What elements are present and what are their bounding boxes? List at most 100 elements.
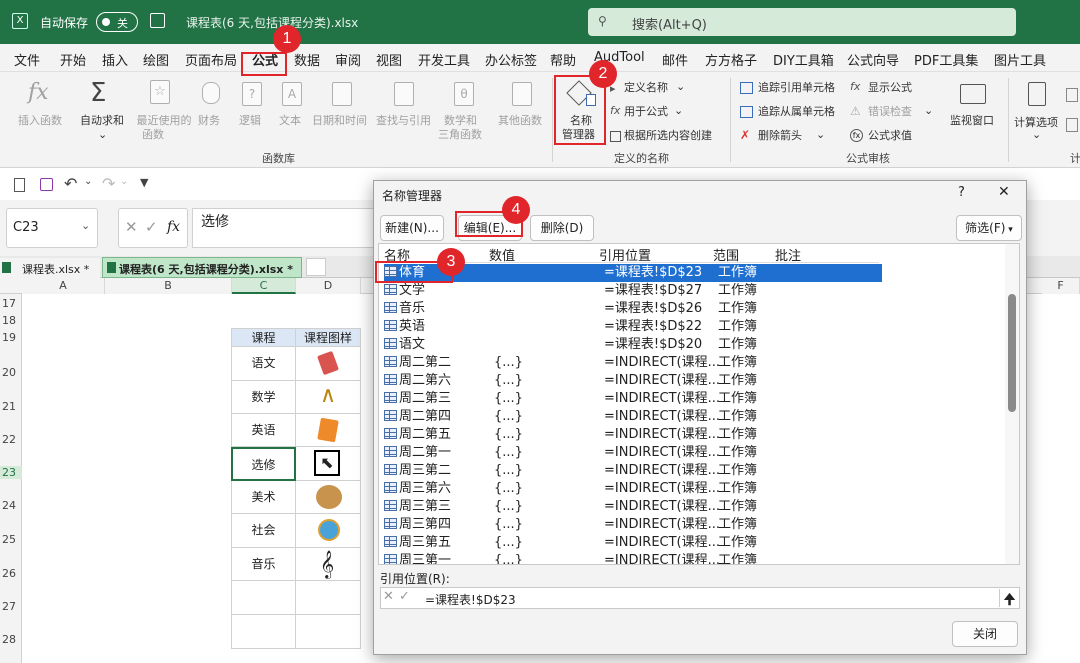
create-from-selection-button[interactable]: 根据所选内容创建 bbox=[608, 128, 724, 146]
tab-workbook-1[interactable]: 课程表.xlsx * bbox=[0, 258, 100, 278]
menu-file[interactable]: 文件 bbox=[14, 50, 40, 69]
row-number[interactable]: 26 bbox=[0, 567, 22, 580]
lookup-button[interactable]: 查找与引用 bbox=[374, 76, 436, 140]
calculation-options-button[interactable]: 计算选项 ⌄ bbox=[1012, 78, 1064, 144]
column-header-c[interactable]: C bbox=[232, 278, 296, 294]
image-cell[interactable]: 𝄞 bbox=[296, 548, 361, 581]
evaluate-formula-button[interactable]: fx 公式求值 bbox=[850, 128, 930, 146]
calc-sheet-icon[interactable] bbox=[1066, 118, 1078, 132]
name-row[interactable]: 周二第一 {...} =INDIRECT(课程... 工作簿 bbox=[384, 444, 882, 462]
math-button[interactable]: θ 数学和 三角函数 bbox=[438, 76, 490, 141]
logic-button[interactable]: ? 逻辑 bbox=[236, 76, 266, 140]
name-row[interactable]: 周三第二 {...} =INDIRECT(课程... 工作簿 bbox=[384, 462, 882, 480]
show-formulas-button[interactable]: fx 显示公式 bbox=[850, 80, 926, 98]
cancel-icon[interactable]: ✕ bbox=[383, 589, 394, 604]
column-header-b[interactable]: B bbox=[105, 278, 232, 294]
image-cell[interactable] bbox=[296, 481, 361, 514]
search-input[interactable]: ⚲ 搜索(Alt+Q) bbox=[588, 8, 1016, 36]
column-header-d[interactable]: D bbox=[296, 278, 361, 294]
row-number[interactable]: 20 bbox=[0, 366, 22, 379]
name-row[interactable]: 音乐 =课程表!$D$26 工作簿 bbox=[384, 300, 882, 318]
row-number[interactable]: 19 bbox=[0, 331, 22, 344]
autosave-toggle[interactable]: 关 bbox=[96, 12, 138, 32]
enter-icon[interactable]: ✓ bbox=[399, 589, 410, 604]
column-value[interactable]: 数值 bbox=[489, 245, 515, 264]
course-cell[interactable]: 美术 bbox=[231, 481, 296, 514]
name-row[interactable]: 文学 =课程表!$D$27 工作簿 bbox=[384, 282, 882, 300]
scrollbar[interactable] bbox=[1005, 244, 1019, 564]
name-box[interactable]: C23 ⌄ bbox=[6, 208, 98, 248]
column-comment[interactable]: 批注 bbox=[775, 245, 801, 264]
recent-functions-button[interactable]: ☆ 最近使用的 函数 bbox=[136, 76, 192, 141]
image-cell[interactable] bbox=[296, 414, 361, 447]
table-header-course[interactable]: 课程 bbox=[231, 328, 296, 347]
name-row[interactable]: 语文 =课程表!$D$20 工作簿 bbox=[384, 336, 882, 354]
formula-input[interactable]: 选修 bbox=[192, 208, 380, 248]
empty-cell[interactable] bbox=[231, 615, 296, 649]
text-button[interactable]: A 文本 bbox=[276, 76, 306, 140]
calc-now-icon[interactable] bbox=[1066, 88, 1078, 102]
remove-arrows-button[interactable]: ✗ 删除箭头 ⌄ bbox=[740, 128, 830, 146]
empty-cell[interactable] bbox=[296, 581, 361, 615]
menu-data[interactable]: 数据 bbox=[294, 50, 320, 69]
row-number[interactable]: 23 bbox=[0, 466, 22, 479]
image-cell[interactable]: ⬉ bbox=[296, 447, 361, 481]
chevron-down-icon[interactable]: ⌄ bbox=[120, 176, 128, 187]
column-scope[interactable]: 范围 bbox=[713, 245, 739, 264]
collapse-arrow-icon[interactable]: 🠉 bbox=[999, 589, 1019, 608]
menu-page-layout[interactable]: 页面布局 bbox=[185, 50, 237, 69]
course-cell[interactable]: 英语 bbox=[231, 414, 296, 447]
scrollbar-thumb[interactable] bbox=[1008, 294, 1016, 412]
menu-view[interactable]: 视图 bbox=[376, 50, 402, 69]
menu-review[interactable]: 审阅 bbox=[335, 50, 361, 69]
new-name-button[interactable]: 新建(N)... bbox=[380, 215, 444, 241]
column-header-f[interactable]: F bbox=[1042, 278, 1080, 294]
row-number[interactable]: 22 bbox=[0, 433, 22, 446]
menu-mail[interactable]: 邮件 bbox=[662, 50, 688, 69]
names-list[interactable]: 名称 数值 引用位置 范围 批注 体育 =课程表!$D$23 工作簿 文学 =课程表!$… bbox=[378, 243, 1020, 565]
filter-button[interactable]: 筛选(F) ▾ bbox=[956, 215, 1022, 241]
save-icon[interactable] bbox=[40, 178, 53, 191]
menu-help[interactable]: 帮助 bbox=[550, 50, 576, 69]
course-cell[interactable]: 音乐 bbox=[231, 548, 296, 581]
menu-developer[interactable]: 开发工具 bbox=[418, 50, 470, 69]
autosum-button[interactable]: Σ 自动求和 ⌄ bbox=[76, 76, 130, 141]
name-row[interactable]: 周三第四 {...} =INDIRECT(课程... 工作簿 bbox=[384, 516, 882, 534]
menu-fangfang[interactable]: 方方格子 bbox=[705, 50, 757, 69]
empty-cell[interactable] bbox=[231, 581, 296, 615]
name-row[interactable]: 周三第一 {...} =INDIRECT(课程... 工作簿 bbox=[384, 552, 882, 564]
table-header-image[interactable]: 课程图样 bbox=[296, 328, 361, 347]
menu-home[interactable]: 开始 bbox=[60, 50, 86, 69]
delete-name-button[interactable]: 删除(D) bbox=[530, 215, 594, 241]
image-cell[interactable]: ∧ bbox=[296, 381, 361, 414]
course-cell[interactable]: 数学 bbox=[231, 381, 296, 414]
name-row[interactable]: 周三第五 {...} =INDIRECT(课程... 工作簿 bbox=[384, 534, 882, 552]
menu-pdf[interactable]: PDF工具集 bbox=[914, 50, 978, 69]
row-number[interactable]: 27 bbox=[0, 600, 22, 613]
insert-function-button[interactable]: fx 插入函数 bbox=[14, 76, 68, 127]
menu-draw[interactable]: 绘图 bbox=[143, 50, 169, 69]
new-file-icon[interactable] bbox=[14, 178, 25, 192]
name-row[interactable]: 周三第六 {...} =INDIRECT(课程... 工作簿 bbox=[384, 480, 882, 498]
row-number[interactable]: 21 bbox=[0, 400, 22, 413]
name-row[interactable]: 周三第三 {...} =INDIRECT(课程... 工作簿 bbox=[384, 498, 882, 516]
row-number[interactable]: 24 bbox=[0, 499, 22, 512]
datetime-button[interactable]: 日期和时间 bbox=[312, 76, 372, 140]
error-checking-button[interactable]: ⚠ 错误检查 ⌄ bbox=[850, 104, 936, 122]
undo-icon[interactable]: ↶ bbox=[64, 174, 77, 193]
row-number[interactable]: 17 bbox=[0, 297, 22, 310]
watch-window-button[interactable]: 监视窗口 bbox=[948, 78, 1000, 138]
close-button[interactable]: 关闭 bbox=[952, 621, 1018, 647]
name-row[interactable]: 周二第五 {...} =INDIRECT(课程... 工作簿 bbox=[384, 426, 882, 444]
chevron-down-icon[interactable]: ⌄ bbox=[84, 176, 92, 187]
redo-icon[interactable]: ↷ bbox=[102, 174, 115, 193]
define-name-button[interactable]: ▸ 定义名称 ⌄ bbox=[608, 80, 712, 98]
name-row[interactable]: 周二第四 {...} =INDIRECT(课程... 工作簿 bbox=[384, 408, 882, 426]
help-icon[interactable]: ? bbox=[958, 185, 965, 200]
insert-function-icon[interactable]: fx bbox=[167, 219, 180, 235]
row-number[interactable]: 25 bbox=[0, 533, 22, 546]
close-icon[interactable]: ✕ bbox=[998, 184, 1010, 200]
course-cell[interactable]: 社会 bbox=[231, 514, 296, 548]
customize-toolbar-icon[interactable]: ▼ bbox=[140, 176, 148, 189]
refers-to-field[interactable]: ✕ ✓ =课程表!$D$23 🠉 bbox=[380, 587, 1020, 609]
